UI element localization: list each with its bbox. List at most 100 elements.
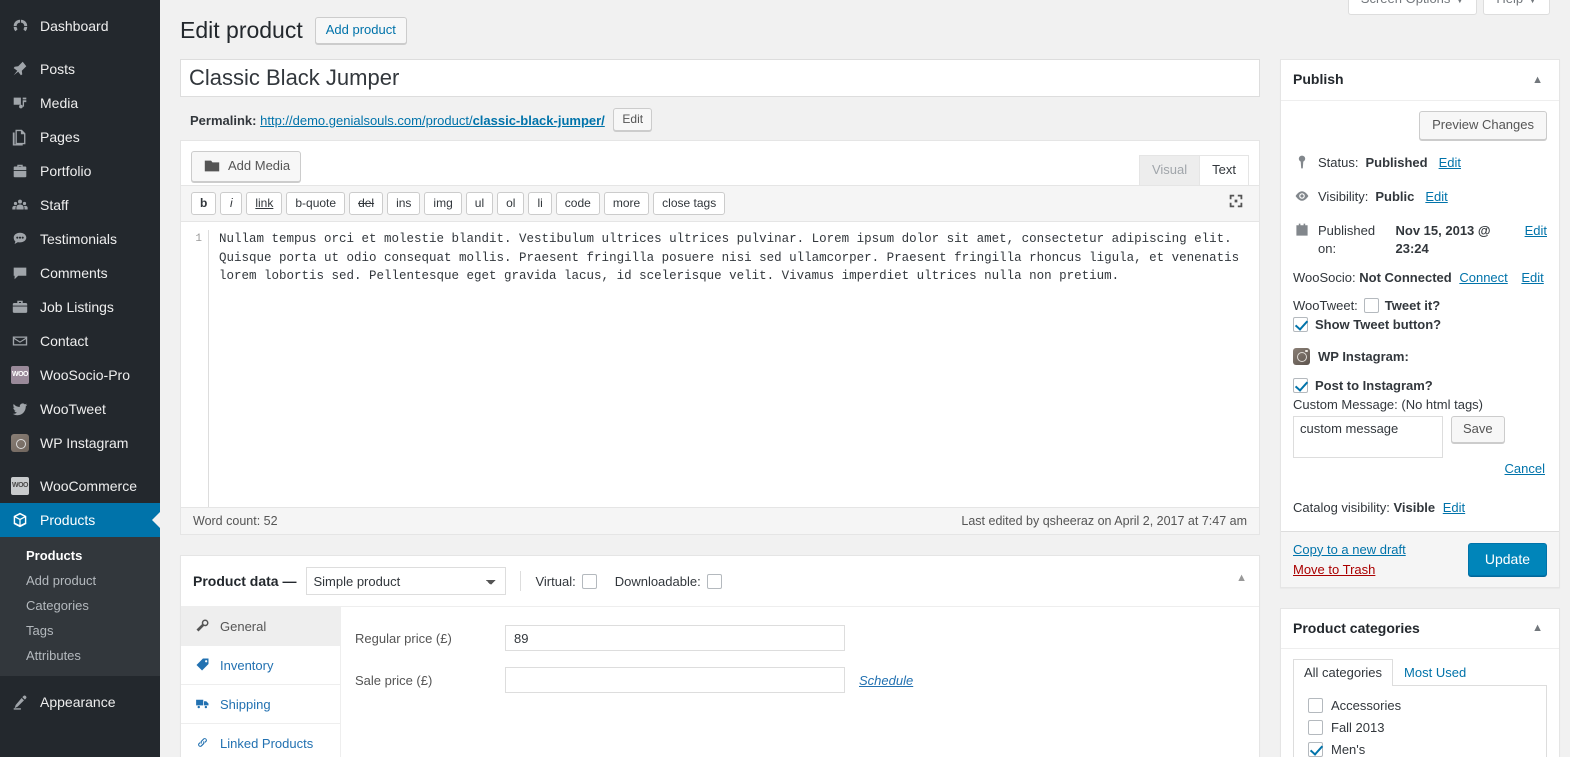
- categories-checklist[interactable]: Accessories Fall 2013 Men's: [1293, 686, 1547, 757]
- product-tab-inventory[interactable]: Inventory: [181, 646, 340, 685]
- product-tab-label: Inventory: [220, 657, 274, 673]
- last-edited: Last edited by qsheeraz on April 2, 2017…: [961, 514, 1247, 528]
- show-tweet-checkbox[interactable]: [1293, 316, 1308, 332]
- sidebar-item-label: Job Listings: [40, 299, 114, 315]
- quicktag-img-button[interactable]: img: [424, 192, 462, 215]
- product-data-metabox: Product data — Simple productGrouped pro…: [180, 555, 1260, 757]
- submenu-item-attributes[interactable]: Attributes: [0, 643, 160, 668]
- sale-price-label: Sale price (£): [355, 672, 433, 688]
- submenu-item-tags[interactable]: Tags: [0, 618, 160, 643]
- sidebar-item-appearance[interactable]: Appearance: [0, 685, 160, 719]
- published-on-edit-link[interactable]: Edit: [1525, 222, 1547, 240]
- post-to-instagram-checkbox[interactable]: [1293, 377, 1308, 393]
- downloadable-label: Downloadable:: [614, 573, 701, 589]
- edit-permalink-button[interactable]: Edit: [613, 108, 653, 131]
- catalog-visibility-edit-link[interactable]: Edit: [1443, 500, 1465, 515]
- sidebar-item-portfolio[interactable]: Portfolio: [0, 154, 160, 188]
- woosocio-row: WooSocio: Not Connected Connect Edit: [1293, 267, 1547, 297]
- fullscreen-icon[interactable]: [1227, 192, 1247, 212]
- downloadable-checkbox[interactable]: [706, 573, 722, 589]
- category-item[interactable]: Fall 2013: [1308, 718, 1536, 740]
- sidebar-item-wp-instagram[interactable]: WP Instagram: [0, 426, 160, 460]
- quicktag-b-quote-button[interactable]: b-quote: [286, 192, 346, 215]
- submenu-item-add-product[interactable]: Add product: [0, 568, 160, 593]
- woosocio-edit-link[interactable]: Edit: [1521, 270, 1543, 285]
- downloadable-checkbox-row: Downloadable:: [614, 573, 722, 589]
- virtual-checkbox[interactable]: [581, 573, 597, 589]
- sidebar-item-staff[interactable]: Staff: [0, 188, 160, 222]
- sidebar-item-testimonials[interactable]: Testimonials: [0, 222, 160, 256]
- move-to-trash-link[interactable]: Move to Trash: [1293, 562, 1406, 577]
- quicktag-i-button[interactable]: i: [220, 192, 243, 215]
- preview-changes-button[interactable]: Preview Changes: [1419, 110, 1547, 140]
- save-custom-message-button[interactable]: Save: [1451, 415, 1505, 443]
- sale-price-input[interactable]: [505, 667, 845, 693]
- product-data-collapse-toggle[interactable]: ▲: [1236, 572, 1247, 584]
- show-tweet-label: Show Tweet button?: [1315, 316, 1442, 332]
- categories-tab-all-categories[interactable]: All categories: [1293, 659, 1394, 687]
- copy-to-new-draft-link[interactable]: Copy to a new draft: [1293, 542, 1406, 557]
- screen-options-button[interactable]: Screen Options ▼: [1347, 0, 1478, 15]
- add-product-button[interactable]: Add product: [314, 17, 407, 44]
- quicktag-ins-button[interactable]: ins: [387, 192, 421, 215]
- permalink-link[interactable]: http://demo.genialsouls.com/product/clas…: [260, 113, 605, 128]
- quicktag-more-button[interactable]: more: [603, 192, 650, 215]
- status-edit-link[interactable]: Edit: [1439, 154, 1461, 172]
- quicktag-close-tags-button[interactable]: close tags: [653, 192, 726, 215]
- regular-price-input[interactable]: [505, 625, 845, 651]
- schedule-sale-link[interactable]: Schedule: [859, 673, 913, 688]
- sidebar-item-comments[interactable]: Comments: [0, 256, 160, 290]
- editor-tab-text[interactable]: Text: [1199, 155, 1249, 186]
- sidebar-item-posts[interactable]: Posts: [0, 52, 160, 86]
- category-checkbox[interactable]: [1308, 698, 1323, 714]
- product-tab-linked-products[interactable]: Linked Products: [181, 724, 340, 757]
- woosocio-connect-link[interactable]: Connect: [1459, 270, 1507, 285]
- product-tab-label: General: [220, 618, 267, 634]
- product-type-select[interactable]: Simple productGrouped productExternal/Af…: [306, 567, 507, 595]
- update-button[interactable]: Update: [1467, 542, 1547, 576]
- quicktag-link-button[interactable]: link: [246, 192, 283, 215]
- submenu-item-categories[interactable]: Categories: [0, 593, 160, 618]
- quicktag-del-button[interactable]: del: [349, 192, 384, 215]
- sidebar-item-wootweet[interactable]: WooTweet: [0, 392, 160, 426]
- show-tweet-row: Show Tweet button?: [1293, 315, 1547, 342]
- categories-tab-most-used[interactable]: Most Used: [1393, 659, 1477, 686]
- sidebar-item-woosocio-pro[interactable]: WOO WooSocio-Pro: [0, 358, 160, 392]
- sidebar-item-dashboard[interactable]: Dashboard: [0, 9, 160, 43]
- product-tab-shipping[interactable]: Shipping: [181, 685, 340, 724]
- category-checkbox[interactable]: [1308, 720, 1323, 736]
- category-checkbox[interactable]: [1308, 742, 1323, 757]
- sidebar-item-media[interactable]: Media: [0, 86, 160, 120]
- quicktags-toolbar: b i link b-quote del ins img ul ol li code more clos…: [181, 185, 1259, 222]
- quicktag-b-button[interactable]: b: [191, 192, 217, 215]
- categories-collapse-toggle[interactable]: ▲: [1528, 622, 1547, 634]
- category-item[interactable]: Accessories: [1308, 696, 1536, 718]
- sidebar-item-job-listings[interactable]: Job Listings: [0, 290, 160, 324]
- briefcase-icon: [10, 297, 30, 317]
- tweet-it-checkbox[interactable]: [1363, 297, 1379, 313]
- editor-textarea[interactable]: 1 Nullam tempus orci et molestie blandit…: [181, 222, 1259, 507]
- editor-tab-visual[interactable]: Visual: [1138, 155, 1201, 186]
- visibility-edit-link[interactable]: Edit: [1425, 188, 1447, 206]
- quicktag-code-button[interactable]: code: [555, 192, 600, 215]
- sidebar-item-woocommerce[interactable]: WOO WooCommerce: [0, 469, 160, 503]
- product-tab-general[interactable]: General: [181, 607, 340, 646]
- regular-price-row: Regular price (£): [355, 625, 1245, 651]
- quicktag-ol-button[interactable]: ol: [497, 192, 525, 215]
- sidebar-item-products[interactable]: Products: [0, 503, 160, 537]
- quicktag-ul-button[interactable]: ul: [465, 192, 494, 215]
- custom-message-textarea[interactable]: [1293, 415, 1443, 458]
- cancel-custom-message-link[interactable]: Cancel: [1505, 461, 1545, 476]
- help-button[interactable]: Help ▼: [1483, 0, 1550, 15]
- sidebar-item-pages[interactable]: Pages: [0, 120, 160, 154]
- quicktag-li-button[interactable]: li: [528, 192, 552, 215]
- category-item[interactable]: Men's: [1308, 740, 1536, 757]
- pin-icon: [10, 59, 30, 79]
- submenu-item-products[interactable]: Products: [0, 543, 160, 568]
- products-submenu: Products Add product Categories Tags Attribu…: [0, 537, 160, 676]
- publish-collapse-toggle[interactable]: ▲: [1528, 74, 1547, 86]
- sidebar-item-contact[interactable]: Contact: [0, 324, 160, 358]
- add-media-button[interactable]: Add Media: [191, 151, 302, 182]
- post-status-info: Word count: 52 Last edited by qsheeraz o…: [181, 507, 1259, 534]
- post-title-input[interactable]: [180, 59, 1260, 97]
